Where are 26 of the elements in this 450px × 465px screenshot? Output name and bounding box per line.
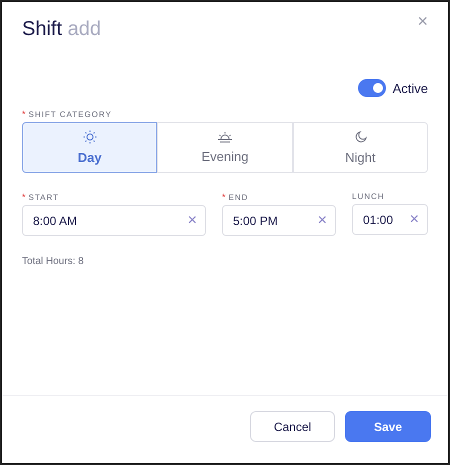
field-label: SHIFT CATEGORY: [28, 110, 112, 118]
field-label: END: [228, 192, 248, 202]
category-option[interactable]: Evening: [157, 122, 293, 173]
save-button[interactable]: Save: [345, 411, 431, 442]
clear-button[interactable]: ×: [318, 212, 327, 230]
clear-button[interactable]: ×: [410, 210, 419, 228]
category-option[interactable]: Day: [22, 122, 158, 173]
required-mark: *: [22, 109, 26, 119]
required-mark: *: [22, 192, 26, 202]
total-hours: Total Hours: 8: [22, 256, 85, 267]
active-toggle[interactable]: [358, 79, 386, 97]
moon-icon: [354, 130, 367, 144]
required-mark: *: [222, 192, 226, 202]
field-label: LUNCH: [352, 192, 385, 201]
cancel-button[interactable]: Cancel: [250, 411, 335, 442]
time-field[interactable]: 01:00 ×: [352, 204, 428, 235]
time-field[interactable]: 5:00 PM ×: [222, 205, 336, 236]
field-label: START: [28, 192, 59, 202]
category-option[interactable]: Night: [292, 122, 428, 173]
close-button[interactable]: ×: [417, 12, 428, 30]
toggle-label: Active: [392, 80, 428, 96]
sun-icon: [82, 130, 97, 144]
sunset-icon: [216, 131, 233, 143]
dialog-title: Shift add: [22, 18, 101, 41]
clear-button[interactable]: ×: [188, 212, 197, 230]
time-field[interactable]: 8:00 AM ×: [22, 205, 206, 236]
